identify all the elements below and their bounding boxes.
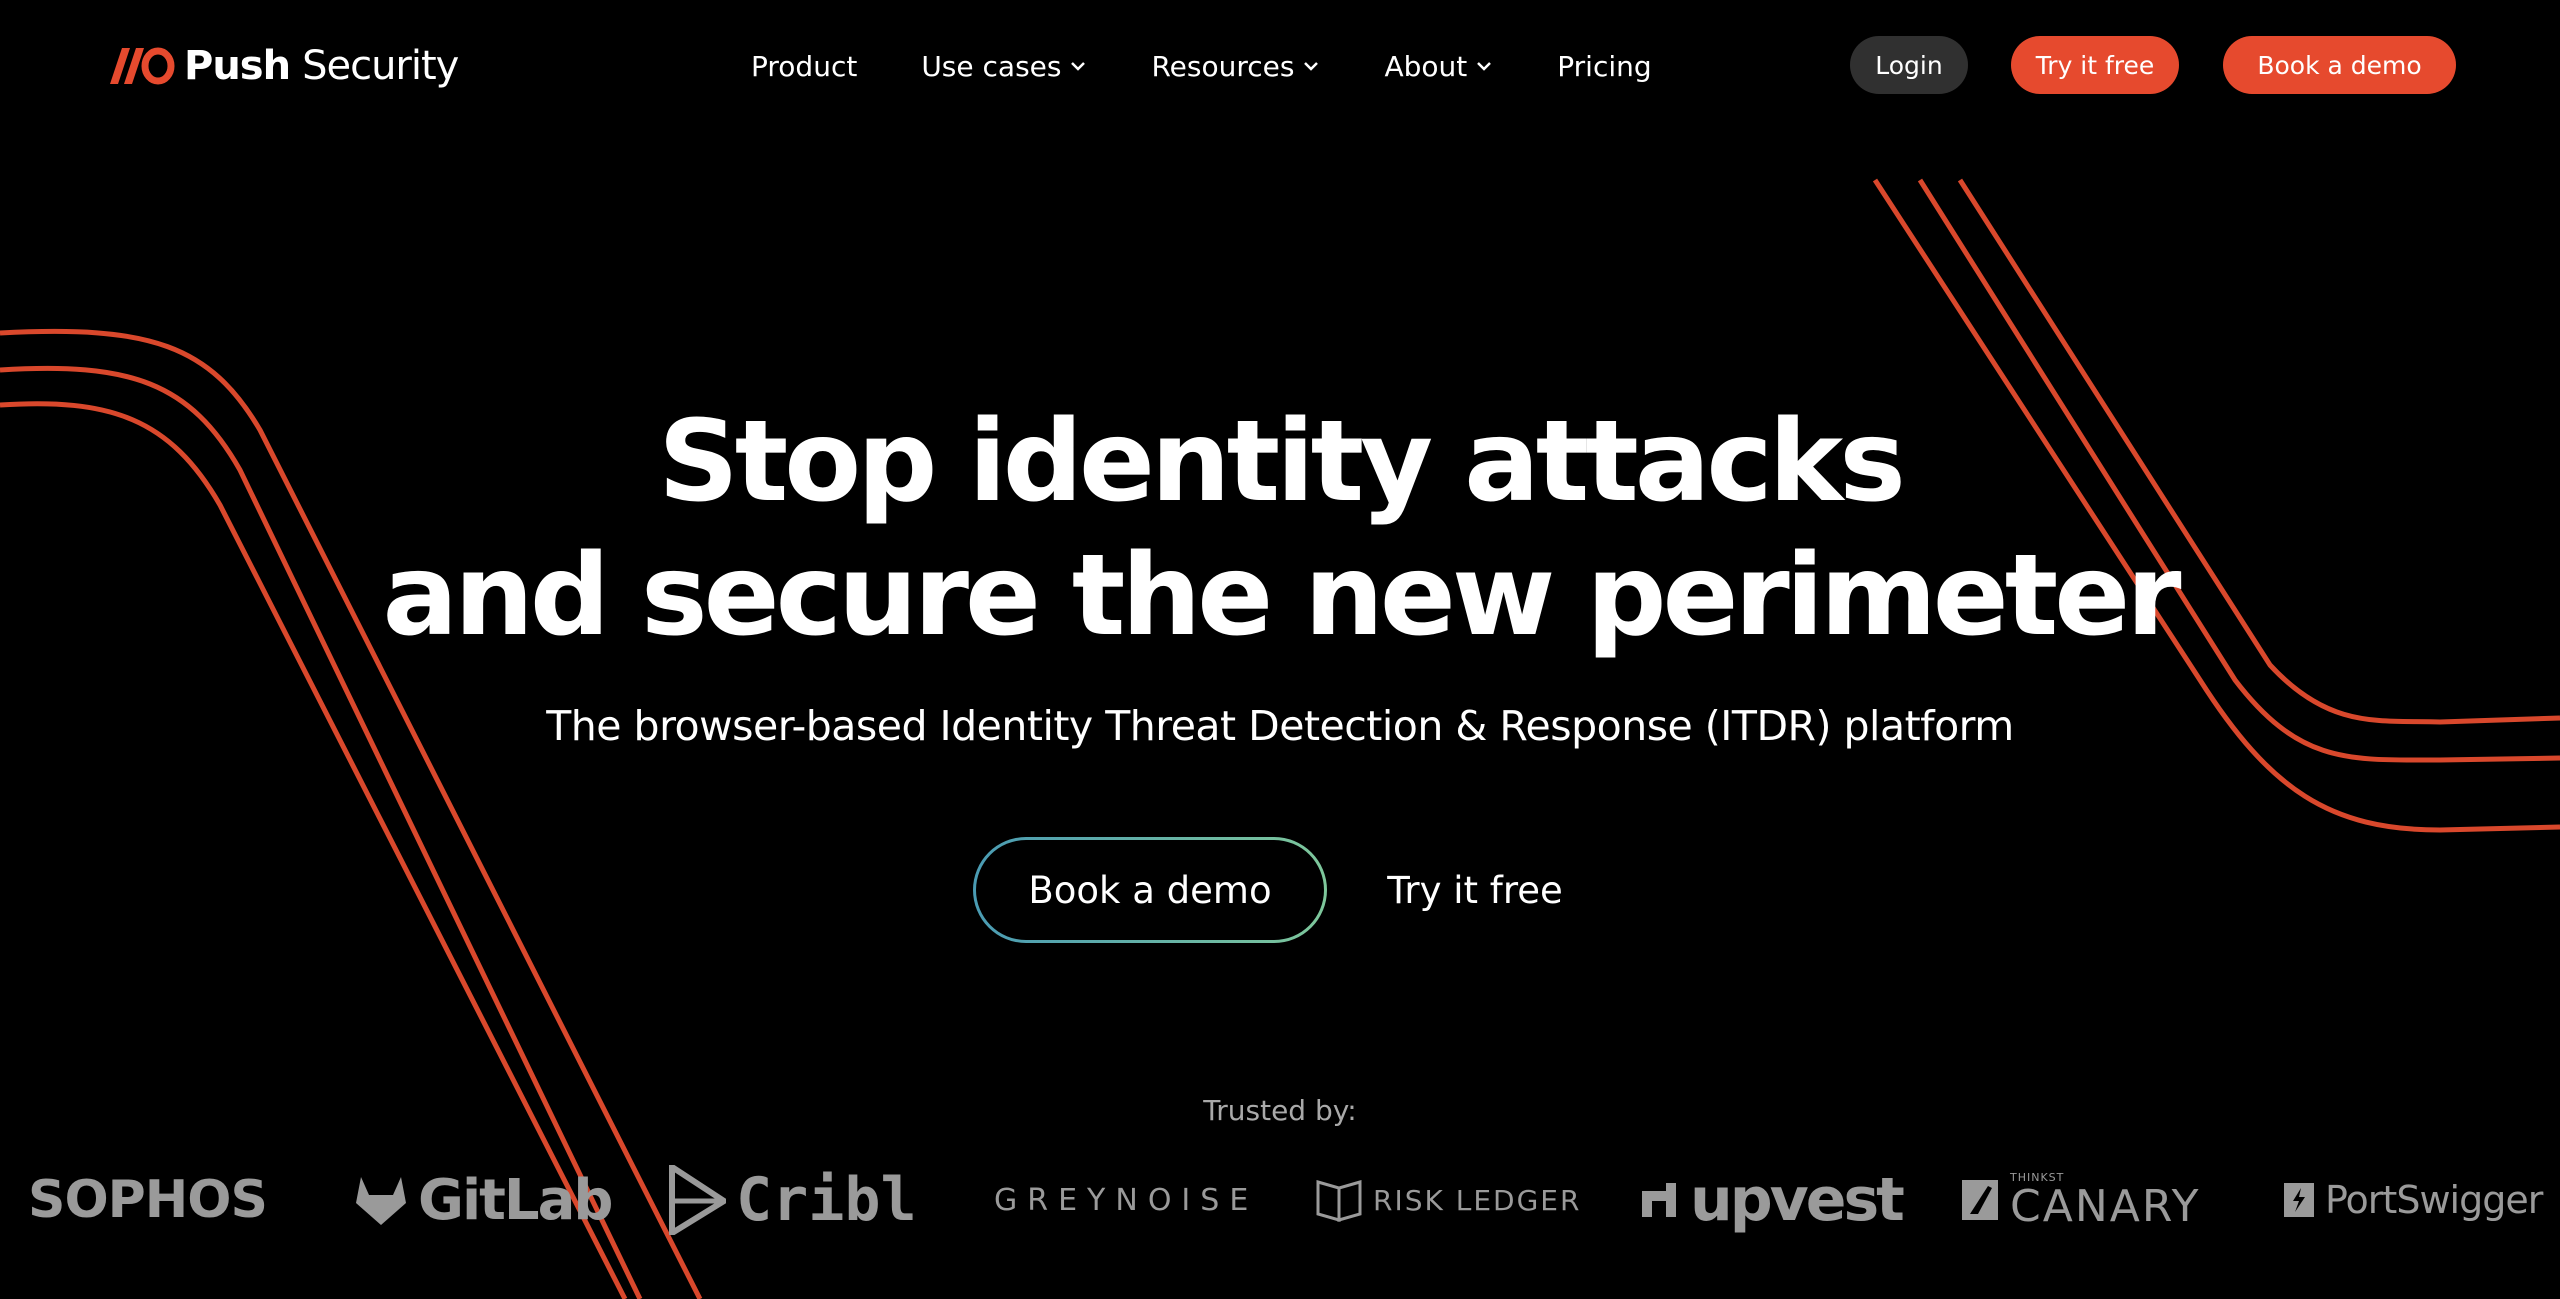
nav-item-about[interactable]: About — [1384, 50, 1493, 83]
logo-text: GitLab — [418, 1167, 613, 1233]
nav-item-product[interactable]: Product — [751, 50, 857, 83]
hero-subtitle: The browser-based Identity Threat Detect… — [546, 702, 2014, 750]
trusted-by-label: Trusted by: — [1203, 1094, 1357, 1127]
canary-text: THINKST CANARY — [2010, 1172, 2200, 1229]
canary-bird-icon — [1962, 1180, 1998, 1220]
chevron-down-icon — [1071, 62, 1086, 71]
logo-text: RISK LEDGER — [1373, 1183, 1582, 1217]
brand-name-light: Security — [302, 43, 459, 89]
upvest-logo: upvest — [1638, 1160, 1905, 1240]
logo-text: CANARY — [2010, 1180, 2201, 1232]
hero-title-line-1: Stop identity attacks — [658, 397, 1906, 527]
brand-name-bold: Push — [184, 43, 291, 89]
gitlab-fox-icon — [356, 1177, 406, 1225]
chevron-down-icon — [1477, 62, 1492, 71]
nav-item-label: Product — [751, 49, 858, 83]
greynoise-logo: GREYNOISE — [994, 1160, 1258, 1240]
hero-book-demo-button[interactable]: Book a demo — [973, 837, 1327, 943]
logo-text: GREYNOISE — [994, 1182, 1259, 1218]
hero-title-line-2: and secure the new perimeter — [382, 531, 2182, 661]
nav-menu: Product Use cases Resources About Pricin… — [751, 44, 1652, 88]
cribl-logo: Cribl — [668, 1160, 917, 1240]
push-slash-o-logo-icon — [110, 47, 175, 85]
nav-item-label: About — [1384, 49, 1468, 83]
landing-page: Push Security Product Use cases Resource… — [0, 0, 2560, 1299]
nav-item-label: Resources — [1151, 49, 1295, 83]
nav-item-resources[interactable]: Resources — [1151, 50, 1320, 83]
logo-text: SOPHOS — [28, 1170, 268, 1230]
nav-item-use-cases[interactable]: Use cases — [921, 50, 1087, 83]
nav-item-pricing[interactable]: Pricing — [1557, 50, 1651, 83]
upvest-logo-icon — [1642, 1183, 1676, 1217]
gitlab-logo: GitLab — [354, 1160, 613, 1240]
nav-item-label: Pricing — [1557, 49, 1652, 83]
hero-book-demo-label: Book a demo — [976, 840, 1324, 940]
risk-ledger-logo: RISK LEDGER — [1315, 1160, 1581, 1240]
portswigger-logo: PortSwigger — [2283, 1160, 2543, 1240]
sophos-logo: SOPHOS — [28, 1160, 268, 1240]
try-it-free-button[interactable]: Try it free — [2011, 36, 2179, 94]
canary-logo: THINKST CANARY — [1960, 1160, 2200, 1240]
book-demo-button[interactable]: Book a demo — [2223, 36, 2456, 94]
customer-logos: SOPHOS GitLab Cribl GREYNOISE RISK LEDGE… — [0, 1160, 2560, 1240]
cribl-logo-icon — [669, 1165, 726, 1235]
logo-text: PortSwigger — [2325, 1178, 2543, 1222]
chevron-down-icon — [1304, 62, 1319, 71]
brand-logo[interactable]: Push Security — [108, 40, 459, 92]
logo-text: Cribl — [736, 1165, 917, 1235]
nav-item-label: Use cases — [921, 49, 1062, 83]
login-button[interactable]: Login — [1850, 36, 1968, 94]
hero-title: Stop identity attacks and secure the new… — [0, 395, 2560, 663]
hero-try-free-link[interactable]: Try it free — [1375, 860, 1575, 920]
portswigger-logo-icon — [2284, 1183, 2314, 1217]
logo-text: upvest — [1690, 1165, 1905, 1235]
risk-ledger-book-icon — [1316, 1180, 1362, 1222]
top-navigation: Push Security Product Use cases Resource… — [0, 0, 2560, 130]
